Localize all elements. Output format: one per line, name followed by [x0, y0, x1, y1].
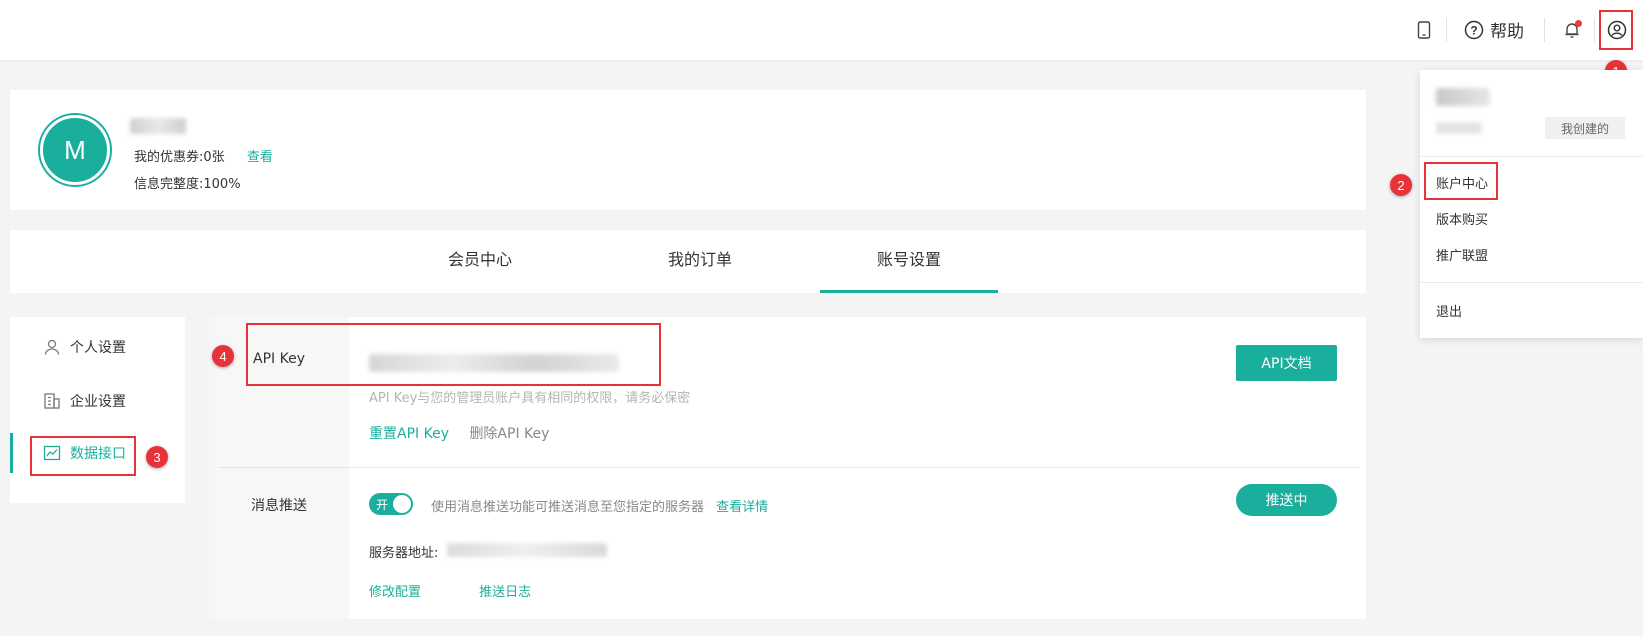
notification-dot	[1575, 20, 1582, 27]
server-address-redacted	[447, 543, 607, 557]
reset-api-key-link[interactable]: 重置API Key	[369, 426, 449, 442]
annotation-box-4	[246, 323, 661, 386]
created-by-me-tag[interactable]: 我创建的	[1545, 117, 1625, 139]
coupon-value: 0张	[203, 150, 225, 165]
push-detail-link[interactable]: 查看详情	[716, 500, 768, 515]
section-divider	[219, 467, 1359, 468]
tab-member-center[interactable]: 会员中心	[405, 230, 555, 293]
top-bar: ? 帮助	[0, 0, 1643, 60]
coupon-row: 我的优惠券:0张 查看	[134, 146, 273, 165]
annotation-badge-3: 3	[146, 446, 168, 468]
dropdown-username-redacted	[1436, 88, 1490, 106]
bell-icon[interactable]	[1560, 18, 1584, 42]
toggle-knob	[393, 495, 411, 513]
push-description: 使用消息推送功能可推送消息至您指定的服务器	[431, 500, 705, 515]
push-toggle[interactable]: 开	[369, 493, 413, 515]
toggle-label: 开	[376, 498, 389, 512]
menu-item-version-purchase[interactable]: 版本购买	[1436, 209, 1488, 228]
help-link[interactable]: 帮助	[1490, 17, 1524, 42]
api-docs-button[interactable]: API文档	[1236, 345, 1337, 381]
api-key-hint: API Key与您的管理员账户具有相同的权限，请务必保密	[369, 391, 691, 406]
sidebar-item-label: 企业设置	[70, 394, 126, 410]
delete-api-key-link[interactable]: 删除API Key	[469, 426, 549, 442]
menu-item-affiliate[interactable]: 推广联盟	[1436, 245, 1488, 264]
edit-config-link[interactable]: 修改配置	[369, 585, 421, 600]
annotation-box-3	[30, 436, 136, 476]
push-actions: 修改配置 推送日志	[369, 581, 531, 600]
mobile-icon[interactable]	[1412, 18, 1436, 42]
annotation-box-2	[1424, 162, 1498, 200]
push-status-button[interactable]: 推送中	[1236, 484, 1337, 516]
coupon-label: 我的优惠券:	[134, 150, 204, 165]
push-description-row: 使用消息推送功能可推送消息至您指定的服务器 查看详情	[431, 496, 768, 515]
server-address-label: 服务器地址:	[369, 546, 439, 561]
coupon-view-link[interactable]: 查看	[247, 150, 273, 165]
help-icon[interactable]: ?	[1462, 18, 1486, 42]
completeness-label: 信息完整度:	[134, 177, 204, 192]
main-tabs: 会员中心 我的订单 账号设置	[10, 230, 1366, 293]
annotation-badge-4: 4	[212, 345, 234, 367]
account-dropdown: 我创建的 账户中心 版本购买 推广联盟 退出	[1420, 70, 1643, 338]
svg-text:?: ?	[1470, 24, 1477, 38]
avatar: M	[40, 115, 110, 185]
completeness-value: 100%	[203, 177, 241, 192]
profile-card: M 我的优惠券:0张 查看 信息完整度:100%	[10, 90, 1366, 210]
annotation-badge-2: 2	[1390, 174, 1412, 196]
user-icon	[42, 337, 62, 357]
building-icon	[42, 391, 62, 411]
top-divider	[1446, 18, 1447, 42]
dropdown-divider	[1420, 156, 1643, 157]
username-redacted	[130, 118, 186, 134]
message-push-label: 消息推送	[251, 498, 307, 514]
completeness-row: 信息完整度:100%	[134, 173, 241, 192]
sidebar-item-personal[interactable]: 个人设置	[10, 327, 185, 367]
tab-my-orders[interactable]: 我的订单	[625, 230, 775, 293]
api-key-actions: 重置API Key 删除API Key	[369, 423, 549, 443]
annotation-box-1	[1599, 10, 1633, 50]
sidebar-item-label: 个人设置	[70, 340, 126, 356]
tab-account-settings[interactable]: 账号设置	[820, 230, 998, 293]
dropdown-subtitle-redacted	[1436, 122, 1482, 134]
push-log-link[interactable]: 推送日志	[479, 585, 531, 600]
top-divider	[1594, 18, 1595, 42]
menu-item-logout[interactable]: 退出	[1436, 301, 1462, 320]
top-divider	[1544, 18, 1545, 42]
sidebar-item-enterprise[interactable]: 企业设置	[10, 381, 185, 421]
dropdown-divider	[1420, 282, 1643, 283]
